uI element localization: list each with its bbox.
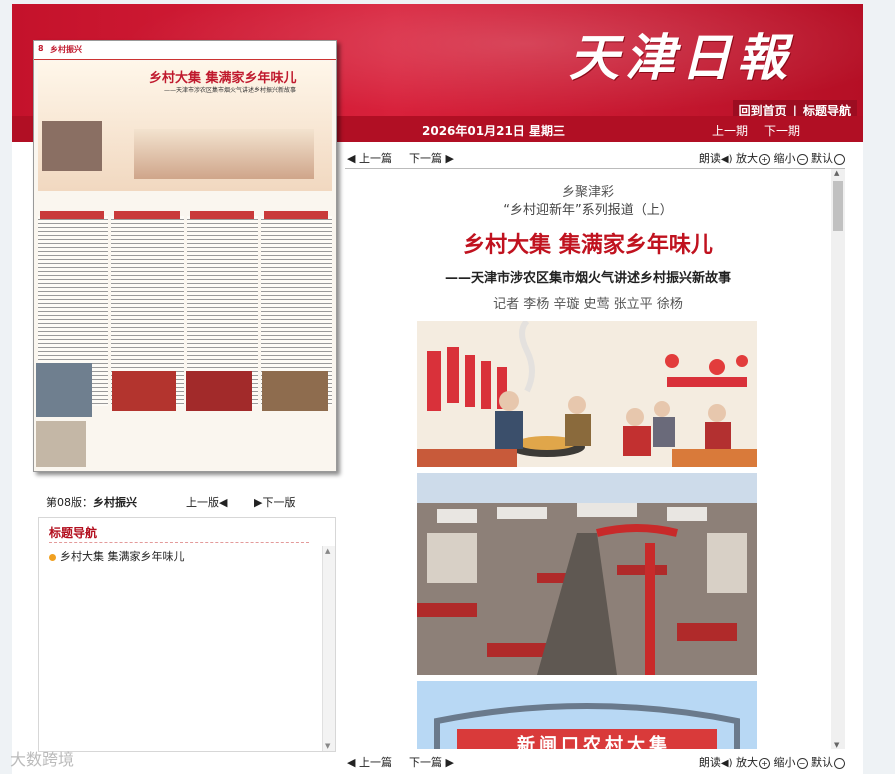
thumb-section: 乡村振兴: [50, 45, 82, 54]
article-title: 乡村大集 集满家乡年味儿: [463, 233, 713, 258]
plus-icon: +: [759, 757, 770, 769]
read-aloud-button[interactable]: 朗读◀): [699, 756, 733, 769]
plus-icon: +: [759, 153, 770, 165]
next-article-link[interactable]: 下一篇 ▶: [409, 754, 454, 770]
zoom-out-button[interactable]: 缩小 −: [774, 152, 808, 165]
newspaper-logo: 天津日報: [569, 28, 793, 87]
reset-icon: [834, 757, 845, 769]
scroll-up-icon[interactable]: ▲: [834, 169, 839, 177]
thumb-photo: [112, 371, 176, 411]
article-subtitle: ——天津市涉农区集市烟火气讲述乡村振兴新故事: [444, 271, 731, 286]
zoom-in-button[interactable]: 放大 +: [736, 152, 770, 165]
thumb-page-no: 8: [38, 44, 44, 53]
article-photo-market-aerial: [417, 473, 757, 675]
minus-icon: −: [796, 153, 808, 165]
bullet-icon: [49, 553, 56, 561]
column-name: 乡聚津彩: [561, 185, 614, 200]
scroll-up-icon[interactable]: ▲: [325, 547, 330, 555]
article-panel: 乡聚津彩 “乡村迎新年”系列报道（上） 乡村大集 集满家乡年味儿 ——天津市涉农…: [345, 168, 845, 749]
article-scrollbar[interactable]: ▲ ▼: [831, 169, 845, 749]
scroll-thumb[interactable]: [833, 181, 843, 231]
scroll-down-icon[interactable]: ▼: [834, 741, 839, 749]
reader-tools: 朗读◀) 放大 + 缩小 − 默认: [699, 150, 845, 166]
prev-article-link[interactable]: ◀ 上一篇: [347, 150, 392, 166]
thumb-photo: [186, 371, 252, 411]
article-toolbar-bottom: ◀ 上一篇 下一篇 ▶ 朗读◀) 放大 + 缩小 − 默认: [345, 752, 847, 770]
reset-icon: [834, 153, 845, 165]
default-size-button[interactable]: 默认: [811, 152, 845, 165]
zoom-out-button[interactable]: 缩小 −: [774, 756, 808, 769]
thumb-subhead-tab: [264, 211, 328, 219]
title-nav-divider: [49, 542, 309, 543]
thumb-masthead: 8 乡村振兴: [34, 41, 336, 60]
page-thumbnail[interactable]: 8 乡村振兴 乡村大集 集满家乡年味儿 ——天津市涉农区集市烟火气讲述乡村振兴新…: [33, 40, 337, 472]
title-nav-panel: 标题导航 乡村大集 集满家乡年味儿 ▲ ▼: [38, 517, 336, 752]
article-photo-market-gate: 新闸口农村大集: [417, 681, 757, 749]
thumb-photo: [134, 129, 314, 179]
thumb-col-gap: [258, 211, 261, 471]
thumb-col-gap: [184, 211, 187, 471]
default-size-button[interactable]: 默认: [811, 756, 845, 769]
scroll-down-icon[interactable]: ▼: [325, 742, 330, 750]
reader-tools: 朗读◀) 放大 + 缩小 − 默认: [699, 754, 845, 770]
title-nav-item-label: 乡村大集 集满家乡年味儿: [60, 550, 185, 563]
title-nav-item[interactable]: 乡村大集 集满家乡年味儿: [49, 548, 185, 564]
next-article-link[interactable]: 下一篇 ▶: [409, 150, 454, 166]
next-edition-link[interactable]: ▶下一版: [254, 494, 295, 510]
gate-sign: 新闸口农村大集: [517, 735, 671, 749]
title-nav-heading: 标题导航: [49, 526, 98, 540]
thumb-photo: [36, 421, 86, 467]
article-authors: 记者 李杨 辛璇 史莺 张立平 徐杨: [493, 297, 683, 312]
thumb-subhead-tab: [40, 211, 104, 219]
edition-label: 第08版：: [46, 496, 93, 509]
speaker-icon: ◀): [720, 758, 733, 769]
watermark: 大数跨境: [10, 750, 75, 769]
title-nav-scrollbar[interactable]: ▲ ▼: [322, 546, 335, 751]
thumb-col-gap: [108, 211, 111, 471]
prev-edition-link[interactable]: 上一版◀: [186, 494, 227, 510]
minus-icon: −: [796, 757, 808, 769]
issue-date: 2026年01月21日 星期三: [422, 124, 565, 138]
thumb-subheadline: ——天津市涉农区集市烟火气讲述乡村振兴新故事: [164, 87, 297, 94]
thumb-subhead-tab: [114, 211, 180, 219]
thumb-headline: 乡村大集 集满家乡年味儿: [149, 71, 297, 86]
read-aloud-button[interactable]: 朗读◀): [699, 152, 733, 165]
series-name: “乡村迎新年”系列报道（上）: [503, 203, 673, 218]
prev-issue-link[interactable]: 上一期: [712, 122, 748, 139]
thumb-photo: [262, 371, 328, 411]
next-issue-link[interactable]: 下一期: [764, 122, 800, 139]
edition-section: 乡村振兴: [93, 496, 137, 509]
zoom-in-button[interactable]: 放大 +: [736, 756, 770, 769]
speaker-icon: ◀): [720, 154, 733, 165]
thumb-subhead-tab: [190, 211, 254, 219]
prev-article-link[interactable]: ◀ 上一篇: [347, 754, 392, 770]
article-illustration: [417, 318, 757, 467]
market-illustration: [417, 318, 757, 467]
thumb-photo: [42, 121, 102, 171]
article-toolbar-top: ◀ 上一篇 下一篇 ▶ 朗读◀) 放大 + 缩小 − 默认: [345, 148, 847, 166]
thumb-photo: [36, 363, 92, 417]
aerial-photo: [417, 473, 757, 675]
edition-nav: 第08版：乡村振兴 上一版◀ ▶下一版: [46, 494, 295, 510]
